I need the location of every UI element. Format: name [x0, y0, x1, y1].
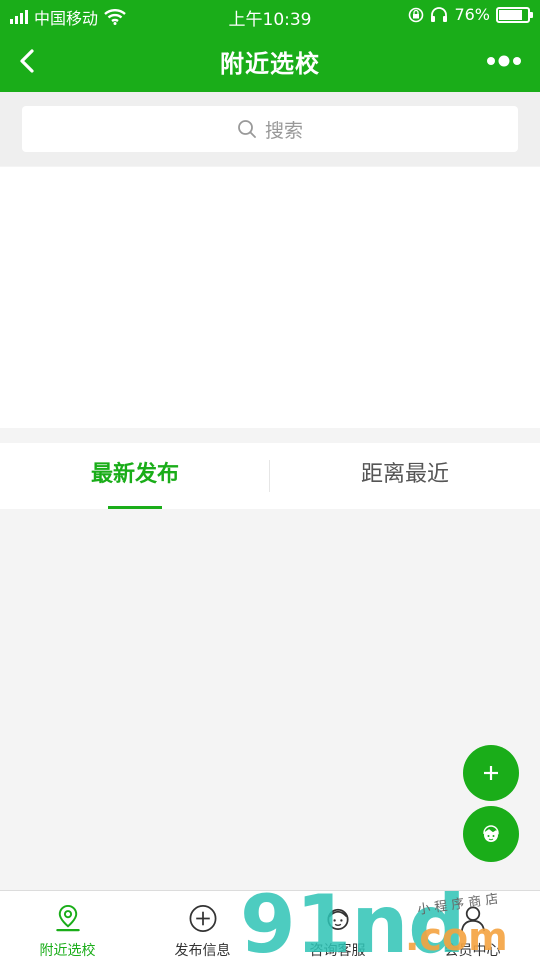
more-dots-icon[interactable] — [484, 48, 524, 74]
battery-icon — [496, 6, 533, 23]
page-title: 附近选校 — [220, 50, 320, 78]
search-input[interactable]: 搜索 — [22, 106, 518, 152]
tabbar-label: 会员中心 — [444, 943, 501, 959]
battery-percent: 76% — [454, 5, 490, 24]
sort-tabs: 最新发布 距离最近 — [0, 443, 540, 509]
tabbar-label: 咨询客服 — [309, 943, 366, 959]
tab-nearest[interactable]: 距离最近 — [270, 443, 540, 509]
status-bar: 中国移动 上午10:39 76% — [0, 0, 540, 30]
tab-divider — [269, 460, 270, 492]
tabbar-label: 发布信息 — [174, 943, 231, 959]
service-fab-button[interactable] — [463, 806, 519, 862]
customer-service-icon — [483, 825, 499, 842]
battery-fill — [499, 9, 522, 20]
tabbar-item-member[interactable]: 会员中心 — [405, 891, 540, 960]
headphones-icon — [431, 6, 448, 22]
nav-bar: 附近选校 — [0, 30, 540, 92]
plus-circle-icon — [189, 905, 216, 932]
status-right: 76% — [408, 5, 533, 24]
tabbar-item-nearby[interactable]: 附近选校 — [0, 891, 135, 960]
app-screen: 中国移动 上午10:39 76% 附近选校 搜索 最新发布 距离最近 附近选校 … — [0, 0, 540, 960]
bottom-tab-bar: 附近选校 发布信息 咨询客服 会员中心 — [0, 890, 540, 960]
tabbar-item-service[interactable]: 咨询客服 — [270, 891, 405, 960]
add-fab-button[interactable] — [463, 745, 519, 801]
search-icon — [238, 120, 256, 138]
service-avatar-icon — [326, 908, 349, 931]
search-placeholder: 搜索 — [264, 119, 303, 142]
tabbar-item-publish[interactable]: 发布信息 — [135, 891, 270, 960]
search-area: 搜索 — [0, 92, 540, 166]
plus-icon — [484, 766, 498, 780]
banner-area — [0, 167, 540, 428]
tabbar-label: 附近选校 — [39, 943, 96, 959]
tab-latest[interactable]: 最新发布 — [0, 443, 270, 509]
location-pin-icon — [55, 904, 80, 932]
rotation-lock-icon — [409, 7, 424, 22]
user-icon — [460, 906, 485, 932]
